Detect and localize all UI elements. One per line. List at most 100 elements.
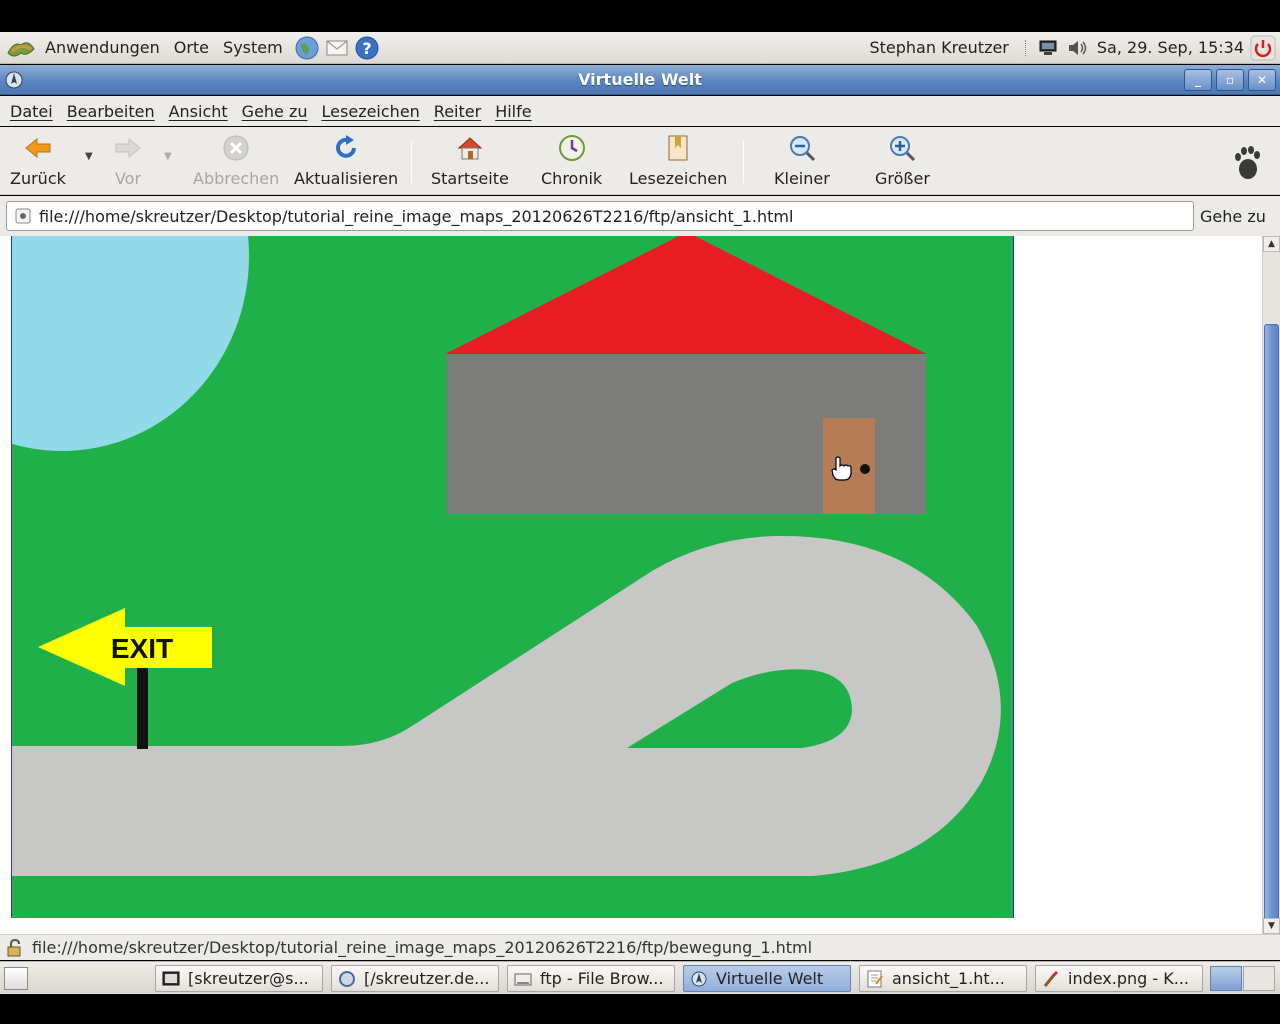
forward-button[interactable]: Vor xyxy=(113,133,143,188)
bookmarks-label: Lesezeichen xyxy=(629,169,728,188)
history-clock-icon xyxy=(558,135,585,161)
panel-menu-places[interactable]: Orte xyxy=(167,32,216,63)
menu-edit[interactable]: Bearbeiten xyxy=(60,102,162,121)
page-favicon-icon xyxy=(15,208,31,224)
vertical-scrollbar[interactable]: ▲ ▼ xyxy=(1262,236,1280,934)
volume-icon[interactable] xyxy=(1067,38,1089,58)
task-label: ansicht_1.ht... xyxy=(892,969,1005,988)
toolbar-separator xyxy=(411,141,412,183)
zoom-in-magnifier-icon xyxy=(890,136,916,162)
bottom-taskbar: [skreutzer@s... [/skreutzer.de... ftp - … xyxy=(0,961,1280,994)
task-virtuelle-welt[interactable]: Virtuelle Welt xyxy=(683,965,851,992)
zoom-out-button[interactable]: Kleiner xyxy=(774,133,830,188)
virtual-world-image-map: EXIT xyxy=(0,236,1014,918)
browser-icon xyxy=(691,971,707,986)
navigation-toolbar: Zurück ▼ Vor ▼ Abbrechen Aktualisieren S… xyxy=(0,127,1280,195)
url-input[interactable] xyxy=(39,206,1179,226)
security-lock-icon xyxy=(7,938,21,956)
stop-button[interactable]: Abbrechen xyxy=(193,133,279,188)
exit-sign-text: EXIT xyxy=(111,633,173,664)
forward-arrow-icon xyxy=(115,137,141,159)
panel-user-switcher[interactable]: Stephan Kreutzer xyxy=(859,38,1018,57)
status-link-text: file:///home/skreutzer/Desktop/tutorial_… xyxy=(32,938,813,957)
reload-label: Aktualisieren xyxy=(294,169,399,188)
zoom-in-label: Größer xyxy=(875,169,930,188)
task-label: Virtuelle Welt xyxy=(716,969,824,988)
mail-launcher-icon[interactable] xyxy=(324,35,350,61)
scrollbar-thumb[interactable] xyxy=(1264,324,1279,924)
task-text-editor[interactable]: ansicht_1.ht... xyxy=(859,965,1027,992)
task-terminal[interactable]: [skreutzer@s... xyxy=(155,965,323,992)
page-content: EXIT xyxy=(0,236,1262,934)
help-launcher-icon[interactable]: ? xyxy=(354,35,380,61)
status-bar: file:///home/skreutzer/Desktop/tutorial_… xyxy=(0,934,1280,960)
task-image-editor[interactable]: index.png - K... xyxy=(1035,965,1203,992)
go-button[interactable]: Gehe zu xyxy=(1200,207,1266,226)
menu-help[interactable]: Hilfe xyxy=(488,102,538,121)
panel-menu-applications[interactable]: Anwendungen xyxy=(38,32,167,63)
screen-letterbox-bottom xyxy=(0,994,1280,1024)
window-titlebar[interactable]: Virtuelle Welt _ ▫ ✕ xyxy=(0,65,1280,95)
panel-right: Stephan Kreutzer Sa, 29. Sep, 15:34 xyxy=(859,32,1280,63)
file-browser-icon xyxy=(514,973,532,985)
network-monitor-icon[interactable] xyxy=(1037,38,1059,58)
window-controls: _ ▫ ✕ xyxy=(1184,68,1276,91)
exit-sign-post xyxy=(137,656,148,749)
menu-tabs[interactable]: Reiter xyxy=(427,102,488,121)
svg-text:?: ? xyxy=(362,39,371,58)
power-icon[interactable] xyxy=(1250,35,1276,61)
screen-letterbox-top xyxy=(0,0,1280,32)
scene-svg: EXIT xyxy=(0,236,1013,918)
scroll-up-icon[interactable]: ▲ xyxy=(1263,236,1280,252)
maximize-icon: ▫ xyxy=(1225,72,1235,87)
top-panel: Anwendungen Orte System ? Stephan Kreutz… xyxy=(0,32,1280,64)
home-button[interactable]: Startseite xyxy=(431,133,509,188)
task-file-browser[interactable]: ftp - File Brow... xyxy=(507,965,675,992)
back-arrow-icon xyxy=(25,137,51,159)
panel-menu: Anwendungen Orte System ? xyxy=(0,32,380,63)
history-label: Chronik xyxy=(541,169,603,188)
task-label: index.png - K... xyxy=(1068,969,1190,988)
location-bar: Gehe zu xyxy=(0,196,1280,236)
forward-history-dropdown-icon[interactable]: ▼ xyxy=(164,151,172,162)
workspace-1-icon[interactable] xyxy=(1210,966,1242,991)
show-desktop-icon[interactable] xyxy=(4,967,28,990)
bookmarks-button[interactable]: Lesezeichen xyxy=(629,133,727,188)
task-ftp-client[interactable]: [/skreutzer.de... xyxy=(331,965,499,992)
terminal-icon xyxy=(162,971,180,985)
menu-file[interactable]: Datei xyxy=(3,102,60,121)
close-button[interactable]: ✕ xyxy=(1248,68,1276,91)
back-button[interactable]: Zurück xyxy=(10,133,66,188)
task-label: ftp - File Brow... xyxy=(540,969,664,988)
workspace-2-icon[interactable] xyxy=(1243,966,1275,991)
zoom-out-magnifier-icon xyxy=(789,136,815,162)
back-history-dropdown-icon[interactable]: ▼ xyxy=(85,151,93,162)
home-icon xyxy=(457,137,483,160)
panel-menu-system[interactable]: System xyxy=(216,32,290,63)
panel-clock[interactable]: Sa, 29. Sep, 15:34 xyxy=(1093,38,1250,57)
maximize-button[interactable]: ▫ xyxy=(1216,68,1244,91)
minimize-icon: _ xyxy=(1195,72,1201,87)
text-editor-icon xyxy=(867,970,883,987)
zoom-out-label: Kleiner xyxy=(774,169,830,188)
panel-separator xyxy=(1024,39,1027,56)
task-label: [/skreutzer.de... xyxy=(364,969,490,988)
close-icon: ✕ xyxy=(1256,72,1268,87)
forward-label: Vor xyxy=(114,169,142,188)
url-field[interactable] xyxy=(6,201,1194,231)
web-browser-launcher-icon[interactable] xyxy=(294,35,320,61)
minimize-button[interactable]: _ xyxy=(1184,68,1212,91)
window-title: Virtuelle Welt xyxy=(578,70,702,89)
history-button[interactable]: Chronik xyxy=(541,133,602,188)
menu-go[interactable]: Gehe zu xyxy=(235,102,315,121)
reload-button[interactable]: Aktualisieren xyxy=(294,133,398,188)
zoom-in-button[interactable]: Größer xyxy=(875,133,930,188)
gnome-foot-menu-icon[interactable] xyxy=(6,35,36,61)
menubar: Datei Bearbeiten Ansicht Gehe zu Lesezei… xyxy=(0,96,1280,126)
door-knob xyxy=(860,464,870,474)
bookmarks-book-icon xyxy=(668,135,688,161)
menu-bookmarks[interactable]: Lesezeichen xyxy=(315,102,427,121)
scroll-down-icon[interactable]: ▼ xyxy=(1263,918,1280,934)
ftp-client-icon xyxy=(339,970,355,987)
menu-view[interactable]: Ansicht xyxy=(162,102,235,121)
